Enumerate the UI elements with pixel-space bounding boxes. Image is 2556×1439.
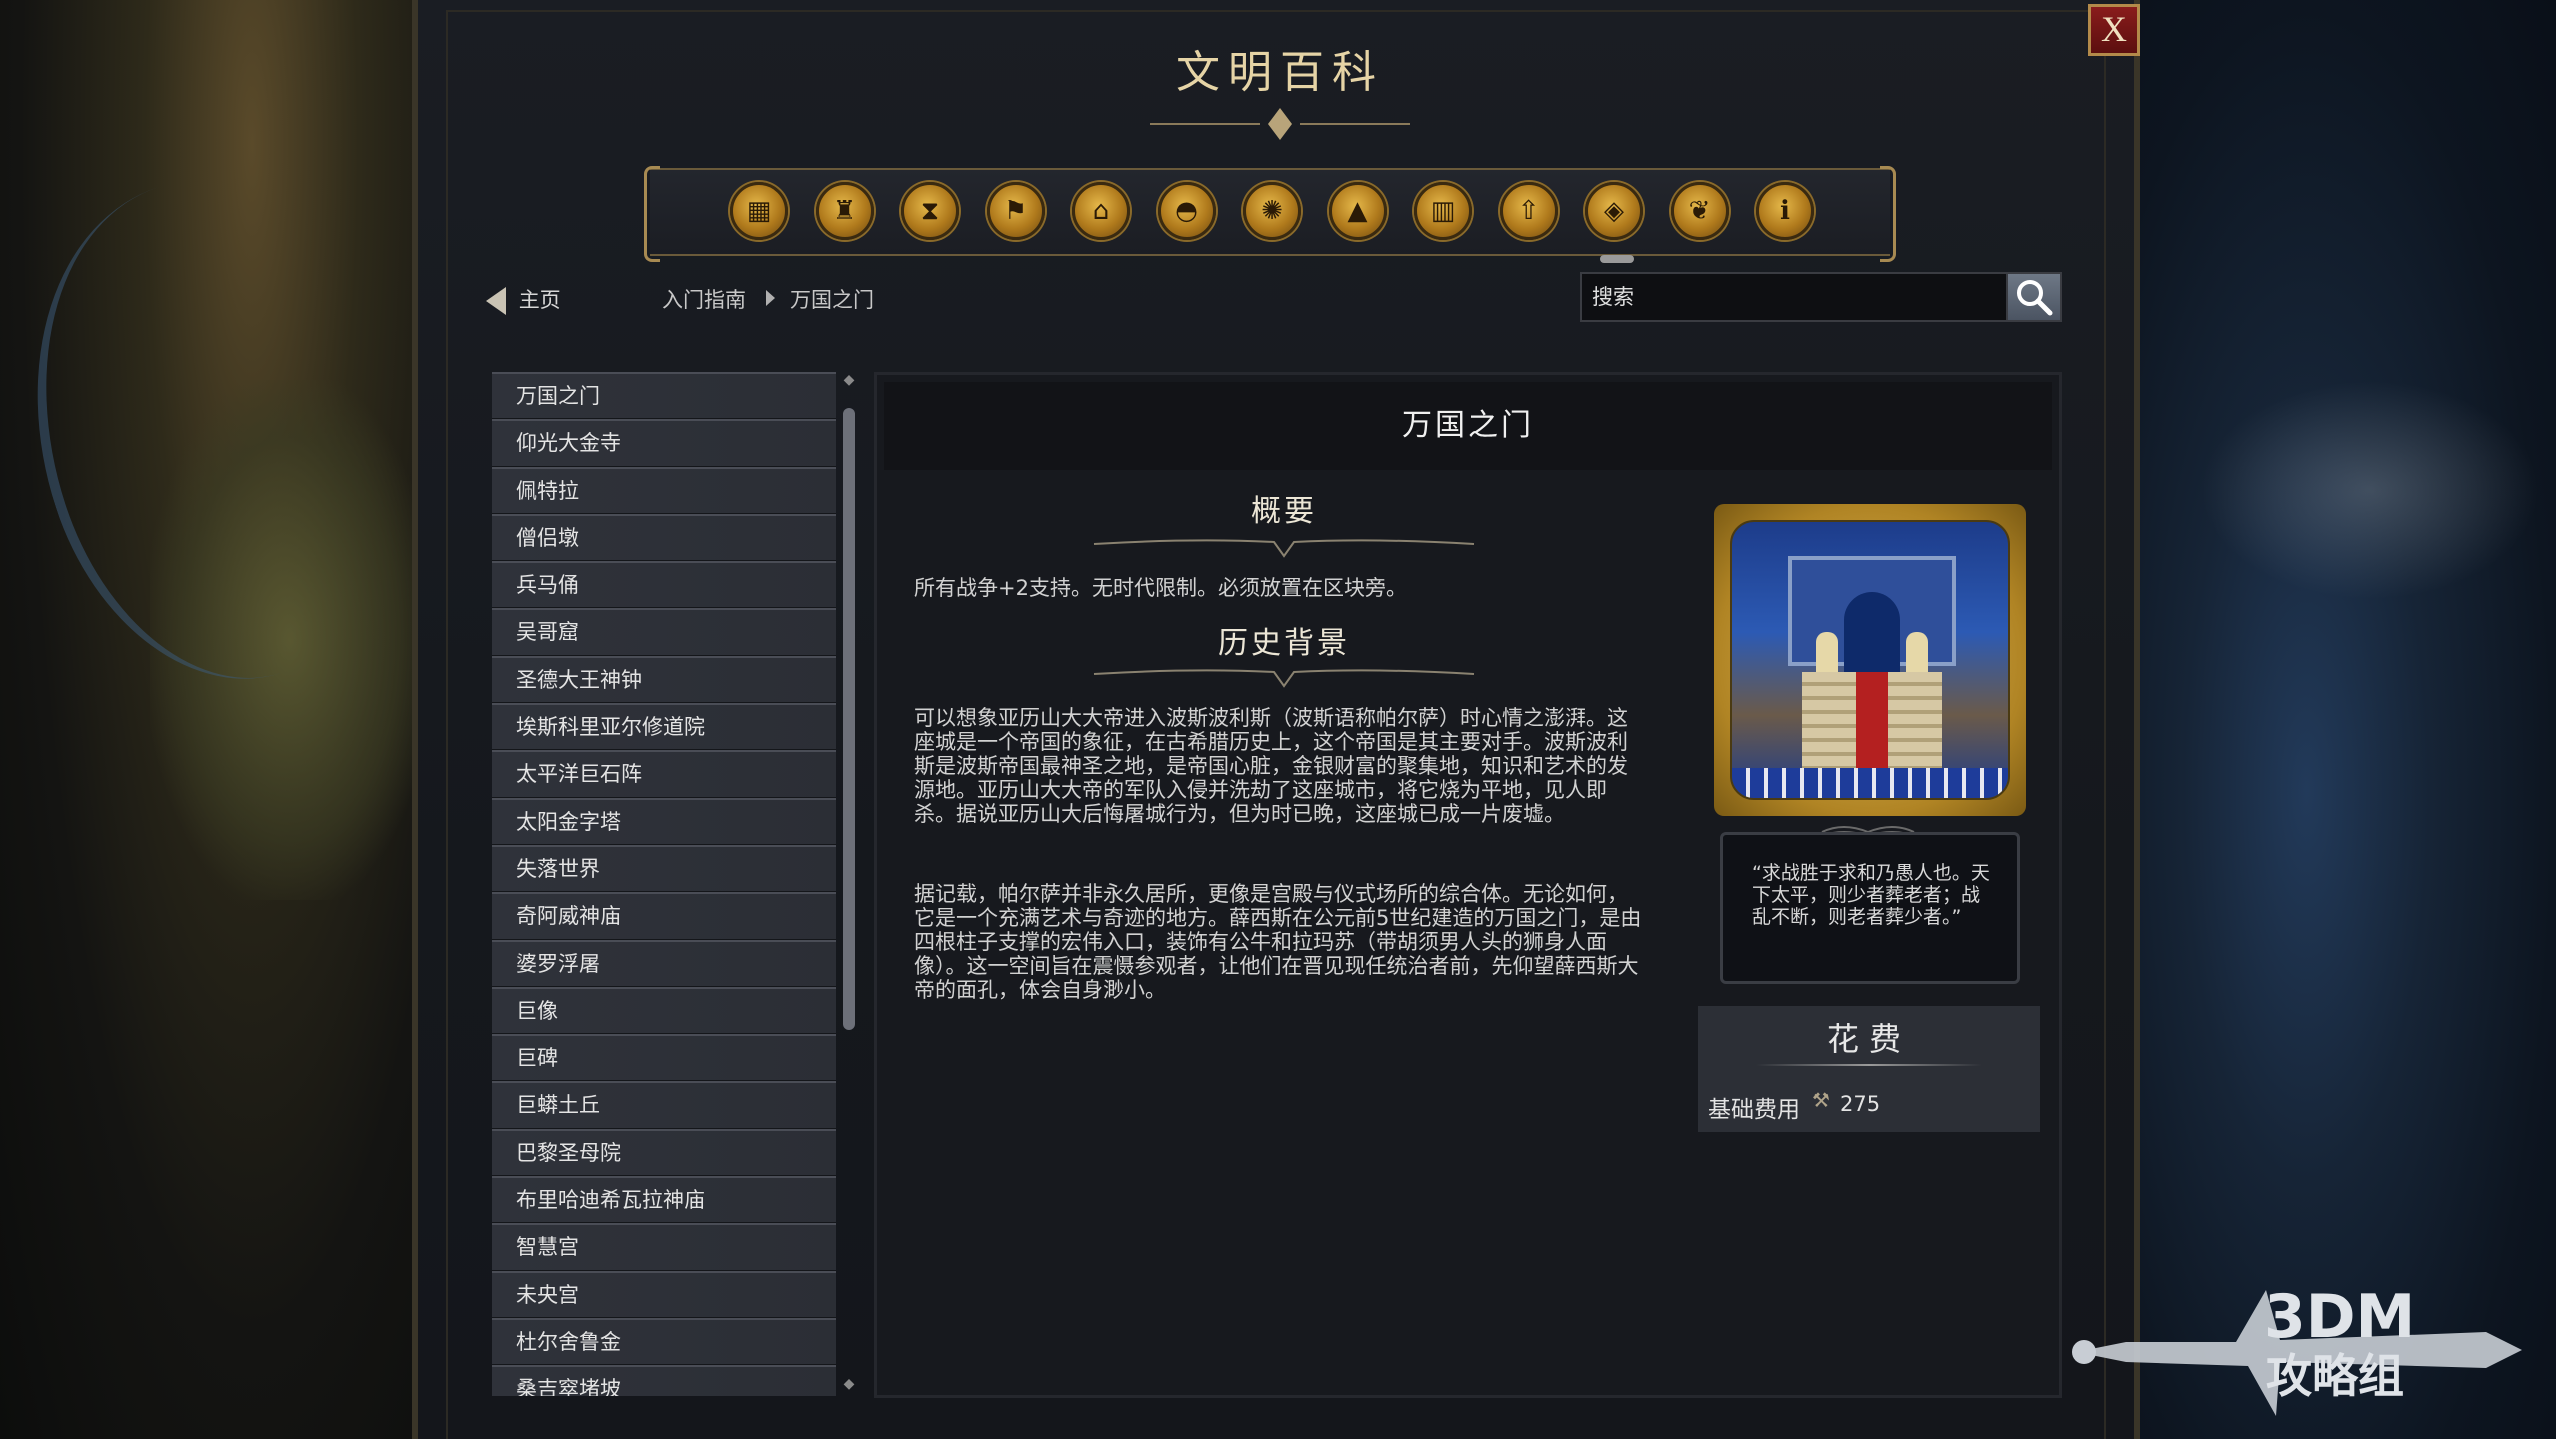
- list-item[interactable]: 失落世界: [492, 844, 836, 893]
- cost-value: 275: [1840, 1092, 1881, 1116]
- list-item[interactable]: 兵马俑: [492, 561, 836, 609]
- list-item[interactable]: 圣德大王神钟: [492, 655, 836, 704]
- history-paragraph-1: 可以想象亚历山大大帝进入波斯波利斯（波斯语称帕尔萨）时心情之澎湃。这座城是一个帝…: [914, 706, 1628, 826]
- package-icon[interactable]: ▦: [730, 182, 788, 240]
- info-icon[interactable]: ℹ: [1756, 182, 1814, 240]
- list-item[interactable]: 婆罗浮屠: [492, 939, 836, 987]
- upgrade-icon[interactable]: ⇧: [1499, 182, 1558, 240]
- list-item[interactable]: 巴黎圣母院: [492, 1128, 836, 1177]
- scroll-down-icon[interactable]: ◆: [842, 1376, 856, 1396]
- close-button[interactable]: X: [2088, 4, 2140, 56]
- scroll-up-icon[interactable]: ◆: [842, 372, 856, 392]
- home-label: 主页: [518, 288, 561, 312]
- history-paragraph-2: 据记载，帕尔萨并非永久居所，更像是宫殿与仪式场所的综合体。无论如何，它是一个充满…: [914, 882, 1642, 1002]
- list-item[interactable]: 太平洋巨石阵: [492, 750, 836, 798]
- cost-heading: 花费: [1826, 1020, 1911, 1058]
- list-item[interactable]: 埃斯科里亚尔修道院: [492, 703, 836, 751]
- hourglass-icon[interactable]: ⧗: [901, 182, 959, 240]
- breadcrumb-item-guide[interactable]: 入门指南: [662, 284, 746, 314]
- search-input[interactable]: [1580, 272, 2008, 322]
- history-ornament: [1093, 669, 1475, 688]
- cost-divider: [1756, 1064, 1982, 1066]
- window-title: 文明百科: [1176, 47, 1384, 98]
- list-item[interactable]: 佩特拉: [492, 466, 836, 514]
- watermark-line-2: 攻略组: [2266, 1349, 2404, 1403]
- hammer-icon: ⚒: [1812, 1088, 1830, 1112]
- breadcrumb-separator-icon: [766, 290, 775, 306]
- map-background-right: [2140, 0, 2556, 1439]
- scroll-thumb[interactable]: [843, 408, 855, 1030]
- wonder-portrait: [1714, 504, 2026, 816]
- list-item[interactable]: 杜尔舍鲁金: [492, 1317, 836, 1366]
- mountain-icon[interactable]: ▲: [1328, 182, 1387, 240]
- quote-text: “求战胜于求和乃愚人也。天下太平，则少者葬老者；战乱不断，则老者葬少者。”: [1752, 862, 1990, 928]
- list-item[interactable]: 布里哈迪希瓦拉神庙: [492, 1176, 836, 1224]
- list-item[interactable]: 未央宫: [492, 1270, 836, 1318]
- list-item[interactable]: 桑吉窣堵坡: [492, 1365, 836, 1396]
- screen: X 文明百科 ▦♜⧗⚑⌂◓✺▲▥⇧◈❦ℹ 主页 入门指南 万国之门 万国之门仰光…: [0, 0, 2556, 1439]
- search-icon: [2017, 280, 2053, 316]
- cost-label: 基础费用: [1708, 1097, 1800, 1123]
- category-bar-right-cap: [1880, 166, 1896, 262]
- overview-ornament: [1093, 539, 1475, 558]
- map-background-left: [0, 0, 469, 1439]
- atom-icon[interactable]: ✺: [1243, 182, 1301, 240]
- search-button[interactable]: [2006, 272, 2062, 322]
- breadcrumb-item-current[interactable]: 万国之门: [790, 284, 874, 314]
- back-arrow-icon: [486, 287, 506, 315]
- cup-icon[interactable]: ♜: [815, 182, 874, 240]
- dove-icon[interactable]: ❦: [1670, 182, 1729, 240]
- dome-icon[interactable]: ◓: [1157, 182, 1216, 240]
- list-item[interactable]: 奇阿威神庙: [492, 892, 836, 940]
- map-cloud: [2200, 380, 2540, 600]
- category-bar-left-cap: [644, 166, 660, 262]
- building-icon[interactable]: ⌂: [1072, 182, 1130, 240]
- gate-of-all-nations-image: [1730, 520, 2010, 800]
- portrait-floor: [1732, 768, 2008, 798]
- list-item[interactable]: 万国之门: [492, 372, 836, 420]
- title-ornament: [1150, 108, 1410, 140]
- list-item[interactable]: 智慧宫: [492, 1223, 836, 1271]
- wonder-icon[interactable]: ◈: [1585, 182, 1643, 263]
- portrait-carpet: [1856, 672, 1888, 772]
- list-item[interactable]: 巨碑: [492, 1034, 836, 1082]
- list-item[interactable]: 仰光大金寺: [492, 419, 836, 467]
- article-title: 万国之门: [1402, 408, 1534, 443]
- entry-list: 万国之门 仰光大金寺 佩特拉 僧侣墩 兵马俑 吴哥窟 圣德大王神钟 埃斯科里亚尔修道院 太平洋巨…: [492, 372, 836, 1396]
- list-item[interactable]: 吴哥窟: [492, 608, 836, 656]
- overview-text: 所有战争+2支持。无时代限制。必须放置在区块旁。: [914, 576, 1407, 600]
- home-link[interactable]: 主页: [486, 282, 561, 318]
- list-item[interactable]: 太阳金字塔: [492, 797, 836, 845]
- list-item[interactable]: 僧侣墩: [492, 513, 836, 562]
- flag-icon[interactable]: ⚑: [986, 182, 1045, 240]
- list-item[interactable]: 巨蟒土丘: [492, 1081, 836, 1129]
- history-heading: 历史背景: [1218, 626, 1350, 661]
- city-icon[interactable]: ▥: [1414, 182, 1472, 240]
- overview-heading: 概要: [1251, 494, 1317, 529]
- list-item[interactable]: 巨像: [492, 986, 836, 1035]
- portrait-arch: [1844, 592, 1900, 672]
